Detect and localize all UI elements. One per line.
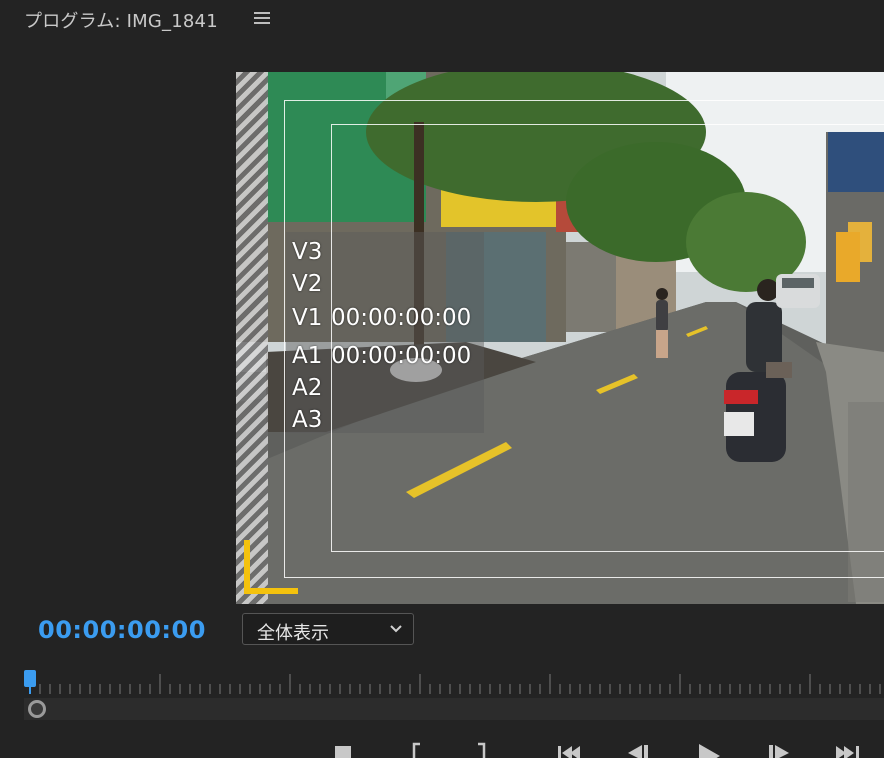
chevron-down-icon <box>390 625 402 633</box>
hamburger-menu-icon[interactable] <box>254 12 270 25</box>
corner-bracket-icon <box>244 540 298 594</box>
track-timecode-v1: 00:00:00:00 <box>331 305 472 331</box>
step-forward-icon[interactable] <box>766 742 792 758</box>
transport-controls <box>0 736 884 758</box>
playhead-marker[interactable] <box>24 670 36 694</box>
program-video-frame[interactable]: V3 V2 V1 00:00:00:00 A1 00:00:00:00 A2 A… <box>236 72 884 604</box>
track-label-a3: A3 <box>292 407 323 433</box>
hatched-edge-overlay <box>236 72 268 604</box>
panel-header: プログラム: IMG_1841 <box>0 0 884 40</box>
step-back-icon[interactable] <box>626 742 652 758</box>
track-timecode-a1: 00:00:00:00 <box>331 343 472 369</box>
track-label-v2: V2 <box>292 271 323 297</box>
program-monitor-panel: プログラム: IMG_1841 V3 V2 V1 00:00:00:00 A1 … <box>0 0 884 758</box>
panel-title: プログラム: IMG_1841 <box>24 11 218 32</box>
scrollbar-handle[interactable] <box>28 700 46 718</box>
track-label-a2: A2 <box>292 375 323 401</box>
mark-in-icon[interactable] <box>408 742 426 758</box>
stop-icon[interactable] <box>334 742 352 758</box>
track-label-v1: V1 <box>292 305 323 331</box>
go-to-in-icon[interactable] <box>556 742 586 758</box>
zoom-scrollbar[interactable] <box>24 698 884 720</box>
time-ruler[interactable] <box>24 670 884 696</box>
track-label-a1: A1 <box>292 343 323 369</box>
play-icon[interactable] <box>696 742 722 758</box>
zoom-level-dropdown[interactable]: 全体表示 <box>242 613 414 645</box>
go-to-out-icon[interactable] <box>832 742 862 758</box>
track-label-v3: V3 <box>292 239 323 265</box>
playhead-timecode[interactable]: 00:00:00:00 <box>38 616 206 644</box>
zoom-level-value: 全体表示 <box>257 623 329 644</box>
mark-out-icon[interactable] <box>474 742 492 758</box>
